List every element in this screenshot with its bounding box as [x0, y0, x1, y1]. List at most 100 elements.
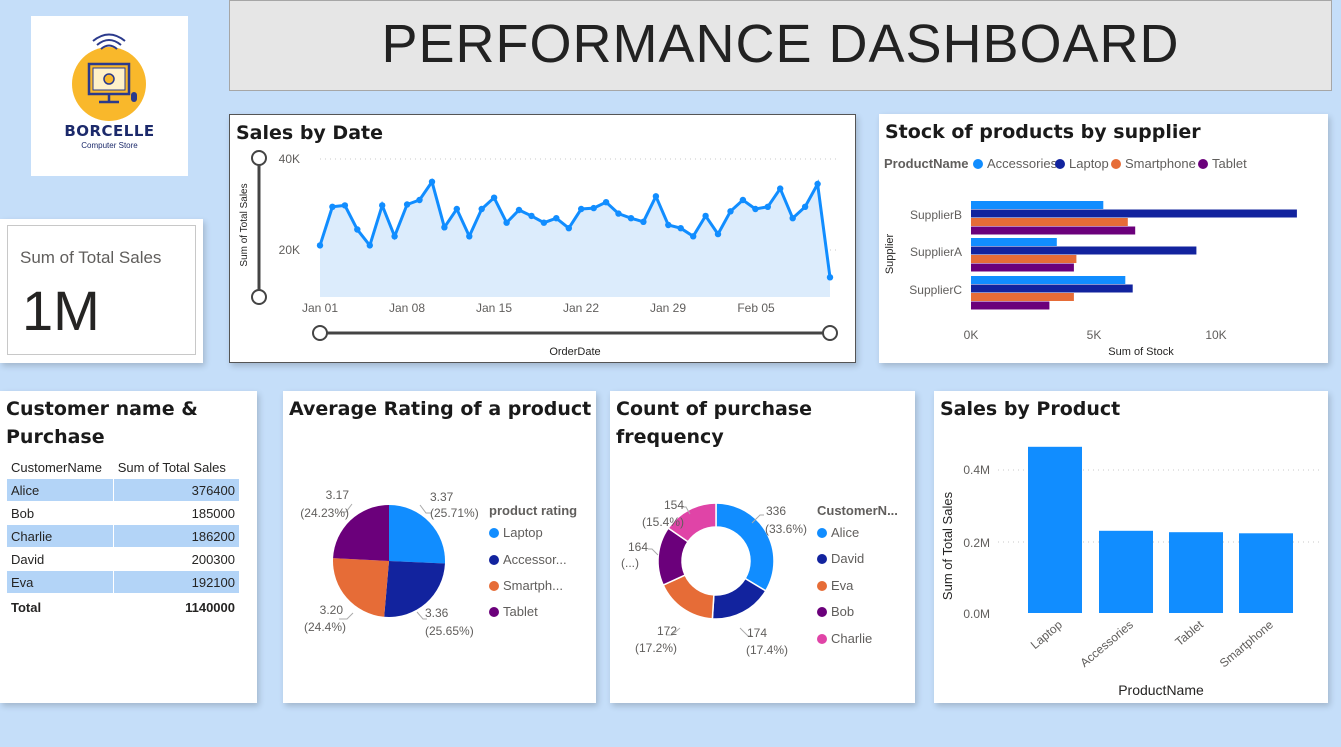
table-row[interactable]: Charlie 186200 — [7, 524, 239, 548]
stock-bar[interactable] — [971, 246, 1197, 255]
line-data-point[interactable] — [652, 193, 660, 200]
stock-bar[interactable] — [971, 218, 1128, 226]
legend-item-accessories[interactable]: Accessor... — [489, 552, 567, 567]
stock-bar[interactable] — [971, 226, 1136, 235]
stock-bar[interactable] — [971, 284, 1133, 293]
line-data-point[interactable] — [515, 206, 523, 214]
line-data-point[interactable] — [777, 185, 784, 192]
stock-by-supplier-card[interactable]: Stock of products by supplier ProductNam… — [879, 114, 1328, 363]
line-data-point[interactable] — [553, 215, 560, 222]
product-sales-bar[interactable] — [1239, 533, 1293, 613]
line-data-point[interactable] — [403, 201, 411, 208]
stock-bar[interactable] — [971, 201, 1104, 209]
legend-item-tablet[interactable]: Tablet — [489, 604, 538, 619]
table-row[interactable]: Eva 192100 — [7, 570, 239, 594]
purchase-frequency-card[interactable]: Count of purchase frequency 336 (33.6%) … — [610, 391, 915, 703]
x-tick-label: Jan 08 — [389, 301, 425, 315]
line-data-point[interactable] — [565, 225, 572, 232]
stock-bar[interactable] — [971, 293, 1074, 301]
line-data-point[interactable] — [627, 215, 635, 222]
total-value-cell: 1140000 — [113, 593, 239, 619]
line-data-point[interactable] — [615, 210, 622, 217]
donut-value-label: 336 — [766, 504, 786, 518]
line-data-point[interactable] — [578, 205, 585, 213]
y-tick-label: 0.2M — [963, 536, 990, 550]
product-sales-bar[interactable] — [1099, 530, 1153, 613]
legend-dot — [817, 607, 827, 617]
line-data-point[interactable] — [354, 226, 361, 233]
stock-bar[interactable] — [971, 255, 1077, 263]
line-data-point[interactable] — [665, 221, 672, 229]
line-data-point[interactable] — [316, 242, 324, 249]
line-data-point[interactable] — [690, 233, 697, 240]
product-sales-bar[interactable] — [1028, 446, 1082, 613]
donut-pct-label: (...) — [621, 556, 639, 570]
y-range-slider-handle-bottom[interactable] — [251, 289, 267, 305]
stock-bar[interactable] — [971, 263, 1074, 272]
kpi-card[interactable]: Sum of Total Sales 1M — [0, 219, 203, 363]
line-data-point[interactable] — [416, 196, 423, 204]
line-data-point[interactable] — [540, 219, 548, 226]
legend-item-charlie[interactable]: Charlie — [817, 631, 872, 646]
legend-label: Smartph... — [503, 578, 563, 593]
legend-item-bob[interactable]: Bob — [817, 604, 854, 619]
product-sales-bar[interactable] — [1169, 532, 1223, 613]
table-row[interactable]: David 200300 — [7, 547, 239, 571]
sales-by-product-card[interactable]: Sales by Product Sum of Total Sales Prod… — [934, 391, 1328, 703]
donut-leader-line — [648, 548, 659, 556]
legend-item-smartphone[interactable]: Smartph... — [489, 578, 563, 593]
stock-bar[interactable] — [971, 301, 1050, 310]
y-range-slider-handle-top[interactable] — [251, 150, 267, 166]
line-data-point[interactable] — [814, 180, 821, 188]
line-data-point[interactable] — [826, 274, 834, 281]
line-data-point[interactable] — [528, 212, 535, 220]
legend-item-david[interactable]: David — [817, 551, 864, 566]
legend-dot — [489, 528, 499, 538]
legend-item-alice[interactable]: Alice — [817, 525, 859, 540]
legend-item-laptop[interactable]: Laptop — [489, 525, 543, 540]
line-data-point[interactable] — [453, 205, 460, 213]
legend-item-eva[interactable]: Eva — [817, 578, 853, 593]
line-data-point[interactable] — [341, 202, 349, 209]
legend-label: Alice — [831, 525, 860, 540]
line-data-point[interactable] — [391, 233, 398, 240]
line-data-point[interactable] — [379, 202, 386, 209]
line-data-point[interactable] — [727, 208, 734, 215]
average-rating-card[interactable]: Average Rating of a product 3.37 (25.71%… — [283, 391, 596, 703]
x-range-slider-handle-left[interactable] — [312, 325, 328, 341]
line-data-point[interactable] — [789, 215, 796, 222]
column-header[interactable]: CustomerName — [7, 455, 114, 479]
line-data-point[interactable] — [441, 224, 448, 231]
sales-by-date-card[interactable]: Sales by Date Sum of Total Sales OrderDa… — [229, 114, 856, 363]
line-data-point[interactable] — [503, 219, 510, 226]
x-range-slider-handle-right[interactable] — [822, 325, 838, 341]
legend-label: Eva — [831, 578, 854, 593]
table-row[interactable]: Bob 185000 — [7, 501, 239, 525]
line-data-point[interactable] — [478, 205, 485, 213]
line-data-point[interactable] — [677, 225, 684, 232]
line-data-point[interactable] — [602, 199, 610, 206]
line-data-point[interactable] — [590, 204, 597, 212]
stock-bar[interactable] — [971, 238, 1057, 246]
line-data-point[interactable] — [702, 212, 709, 220]
donut-value-label: 154 — [664, 498, 684, 512]
line-data-point[interactable] — [752, 205, 759, 213]
stock-bar[interactable] — [971, 276, 1126, 284]
line-data-point[interactable] — [801, 203, 809, 210]
line-data-point[interactable] — [490, 194, 498, 201]
line-data-point[interactable] — [329, 203, 336, 210]
column-header[interactable]: Sum of Total Sales — [114, 455, 239, 479]
table-row[interactable]: Alice 376400 — [7, 479, 239, 502]
line-data-point[interactable] — [640, 218, 647, 225]
line-data-point[interactable] — [714, 230, 722, 238]
line-data-point[interactable] — [739, 196, 747, 204]
stock-bar[interactable] — [971, 209, 1297, 218]
y-tick-label: SupplierC — [909, 283, 962, 297]
average-rating-chart: 3.37 (25.71%) 3.36 (25.65%) 3.20 (24.4%)… — [300, 488, 478, 638]
line-data-point[interactable] — [466, 233, 473, 240]
line-data-point[interactable] — [428, 178, 436, 185]
line-data-point[interactable] — [366, 242, 373, 249]
line-data-point[interactable] — [764, 203, 771, 210]
x-axis-label: Sum of Stock — [1108, 346, 1174, 358]
customer-purchase-card[interactable]: Customer name & Purchase CustomerName Su… — [0, 391, 257, 703]
